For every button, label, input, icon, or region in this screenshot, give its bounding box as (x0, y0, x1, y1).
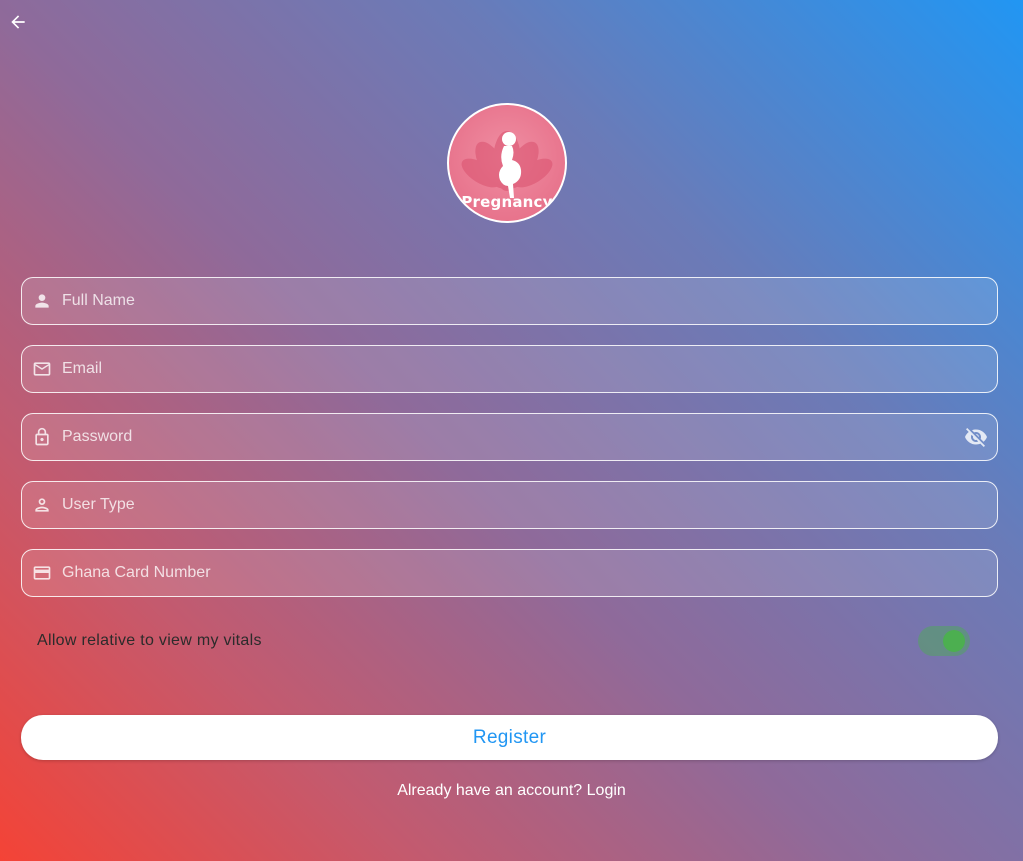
back-button[interactable] (4, 10, 32, 38)
credit-card-icon (32, 563, 52, 583)
person-icon (32, 291, 52, 311)
mail-icon (32, 359, 52, 379)
password-field[interactable] (21, 413, 998, 461)
eye-off-icon[interactable] (963, 424, 989, 450)
app-logo: Pregnancy (447, 103, 567, 223)
register-button[interactable]: Register (21, 715, 998, 760)
arrow-left-icon (8, 12, 28, 37)
email-field[interactable] (21, 345, 998, 393)
ghana-card-input[interactable] (62, 550, 997, 596)
person-outline-icon (32, 495, 52, 515)
full-name-input[interactable] (62, 278, 997, 324)
user-type-field[interactable] (21, 481, 998, 529)
logo-text: Pregnancy (461, 193, 553, 211)
login-link[interactable]: Already have an account? Login (0, 782, 1023, 800)
vitals-permission-label: Allow relative to view my vitals (37, 632, 262, 649)
lock-icon (32, 427, 52, 447)
vitals-permission-switch[interactable] (918, 625, 970, 657)
user-type-input[interactable] (62, 482, 997, 528)
switch-thumb (943, 630, 965, 652)
ghana-card-field[interactable] (21, 549, 998, 597)
password-input[interactable] (62, 414, 963, 460)
vitals-permission-row: Allow relative to view my vitals (21, 620, 998, 662)
email-input[interactable] (62, 346, 997, 392)
full-name-field[interactable] (21, 277, 998, 325)
